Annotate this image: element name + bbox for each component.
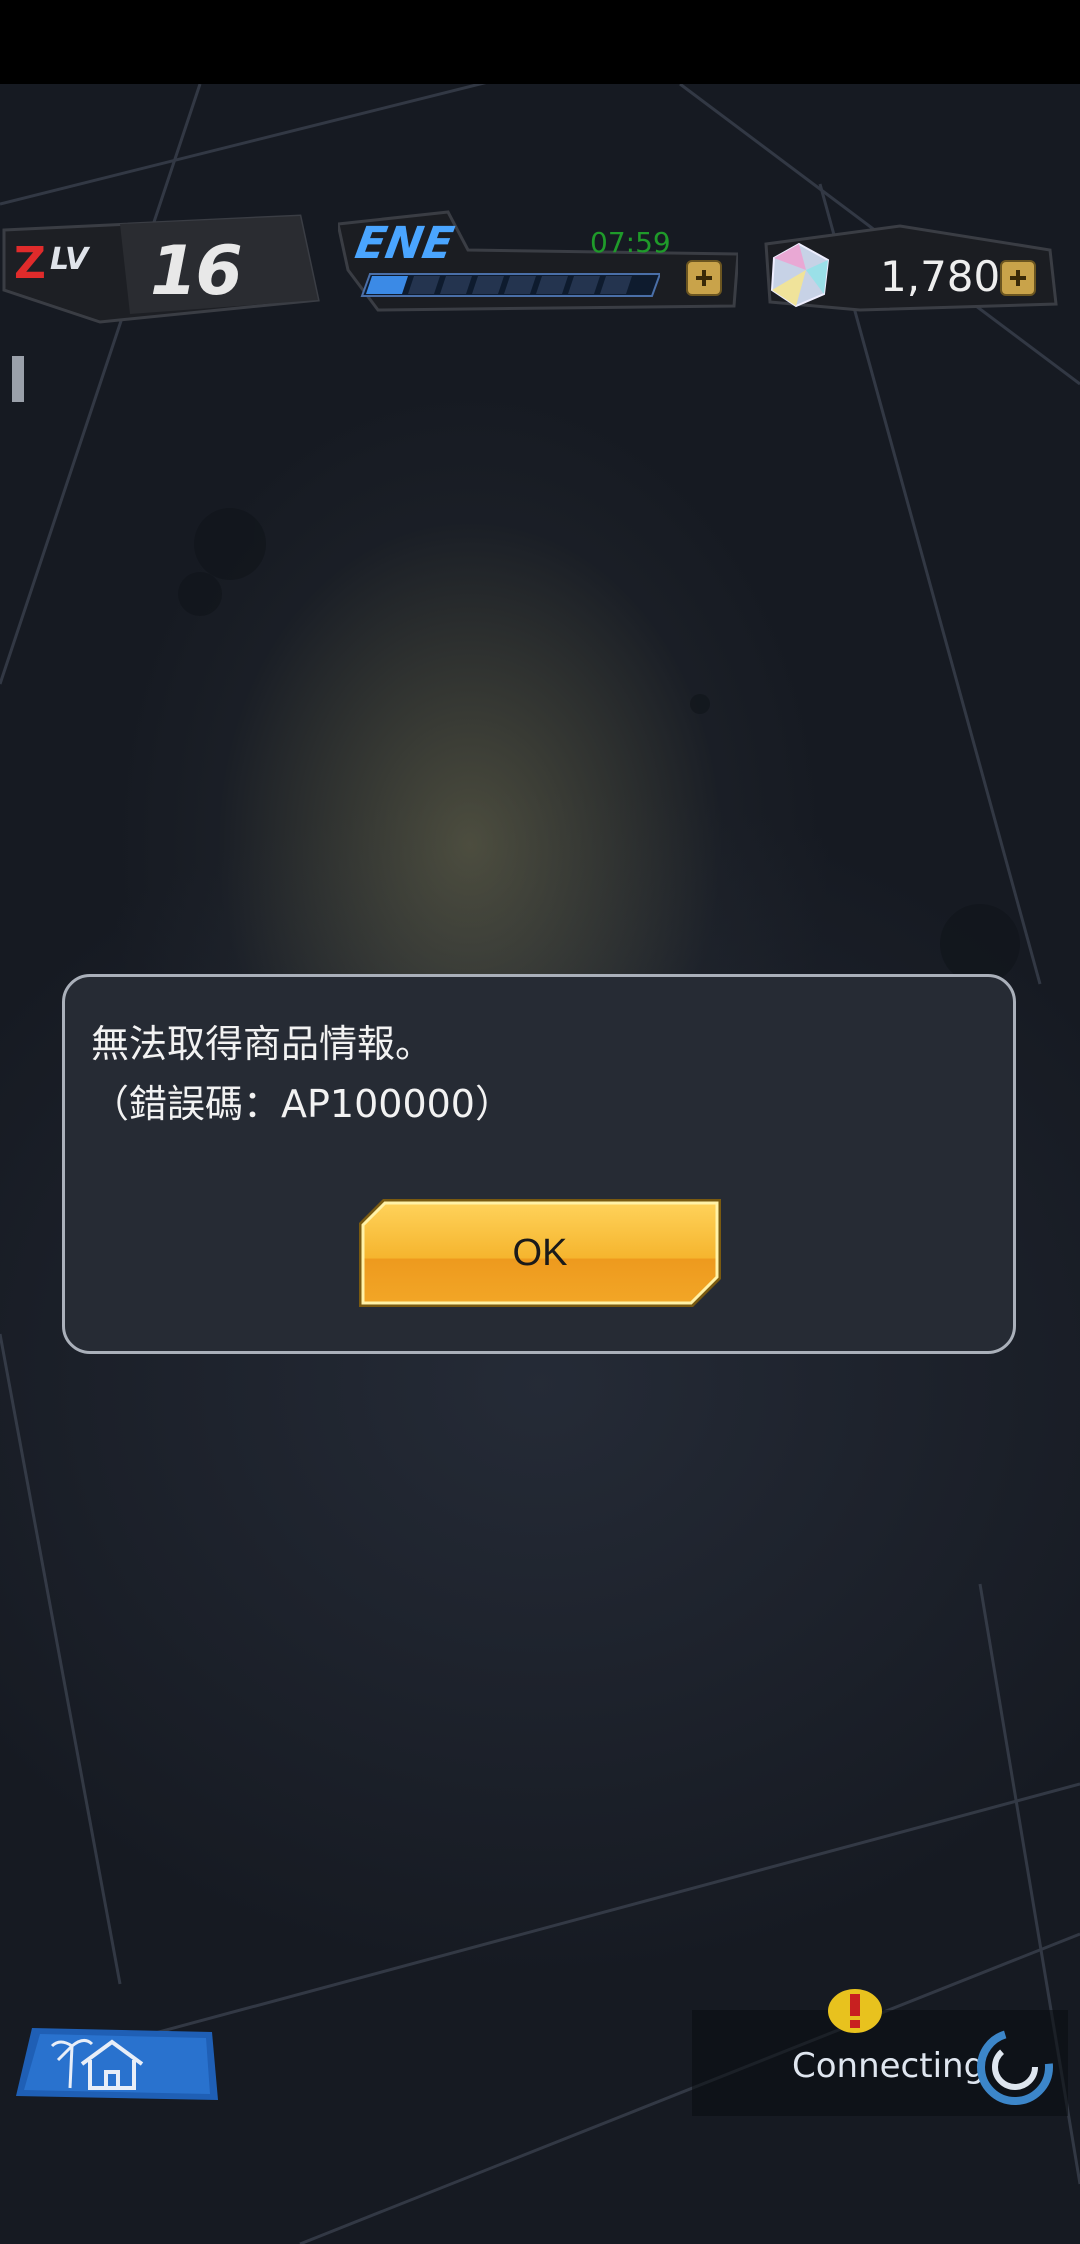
energy-meter: ENE 07:59 <box>338 210 738 315</box>
level-prefix: Z <box>14 238 46 289</box>
dialog-message-line2: （錯誤碼：AP100000） <box>91 1082 513 1126</box>
gem-counter: 1,780 <box>760 210 1060 320</box>
gem-icon <box>770 242 830 308</box>
home-button[interactable] <box>12 2024 222 2104</box>
dialog-message-line1: 無法取得商品情報。 <box>91 1022 434 1066</box>
alert-icon <box>828 1989 882 2033</box>
gem-plus-icon[interactable] <box>1000 260 1036 296</box>
level-badge: Z LV 16 <box>0 210 320 325</box>
side-tab-handle[interactable] <box>12 356 24 402</box>
energy-bar <box>360 273 660 297</box>
error-dialog: 無法取得商品情報。 （錯誤碼：AP100000） OK <box>62 974 1016 1354</box>
energy-label: ENE <box>351 218 458 269</box>
energy-timer: 07:59 <box>590 226 671 259</box>
home-icon <box>16 2028 218 2100</box>
ok-button[interactable]: OK <box>355 1195 725 1311</box>
status-bar <box>0 0 1080 84</box>
gem-count: 1,780 <box>880 252 1001 301</box>
connecting-text: Connecting <box>792 2046 986 2086</box>
spinner-icon <box>977 2029 1053 2105</box>
level-value: 16 <box>150 232 243 311</box>
connecting-indicator: Connecting <box>692 1989 1068 2116</box>
level-label: LV <box>50 242 89 277</box>
energy-plus-icon[interactable] <box>686 260 722 296</box>
ok-button-label: OK <box>512 1232 568 1274</box>
